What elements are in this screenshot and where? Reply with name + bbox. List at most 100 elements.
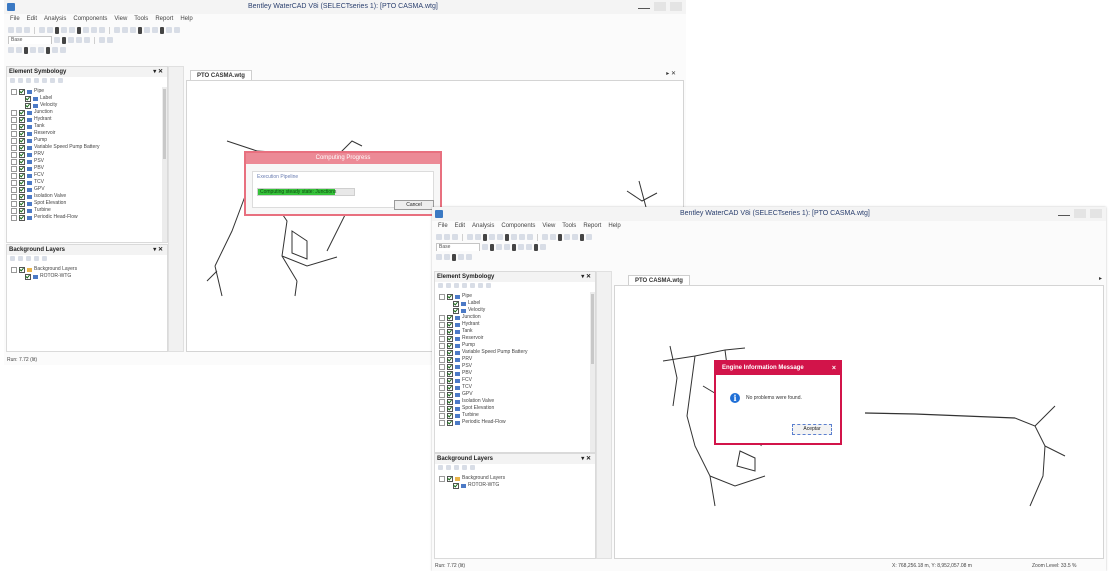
delete-icon[interactable] bbox=[18, 256, 23, 261]
expand-icon[interactable] bbox=[439, 412, 445, 419]
alternatives-icon[interactable] bbox=[436, 254, 442, 260]
junction-tool-icon[interactable] bbox=[91, 27, 97, 33]
expand-icon[interactable] bbox=[11, 151, 17, 158]
checkbox[interactable] bbox=[453, 307, 459, 314]
expand-icon[interactable] bbox=[439, 384, 445, 391]
minimize-button[interactable] bbox=[638, 2, 650, 9]
expand-icon[interactable] bbox=[439, 405, 445, 412]
new-icon[interactable] bbox=[8, 27, 14, 33]
tree-item[interactable]: Isolation Valve bbox=[439, 398, 591, 405]
delete-icon[interactable] bbox=[446, 465, 451, 470]
find-icon[interactable] bbox=[69, 27, 75, 33]
tree-item[interactable]: Background Layers bbox=[439, 475, 591, 482]
tree-item[interactable]: GPV bbox=[11, 186, 163, 193]
menu-analysis[interactable]: Analysis bbox=[472, 221, 494, 231]
find-icon[interactable] bbox=[497, 234, 503, 240]
checkbox[interactable] bbox=[447, 391, 453, 398]
checkbox[interactable] bbox=[19, 137, 25, 144]
checkbox[interactable] bbox=[447, 412, 453, 419]
checkbox[interactable] bbox=[19, 151, 25, 158]
contour-icon[interactable] bbox=[526, 244, 532, 250]
restore-button[interactable] bbox=[654, 2, 666, 11]
checkbox[interactable] bbox=[19, 172, 25, 179]
checkbox[interactable] bbox=[447, 419, 453, 426]
expand-icon[interactable] bbox=[11, 165, 17, 172]
move-up-icon[interactable] bbox=[34, 256, 39, 261]
tree-item[interactable]: Pipe bbox=[439, 293, 591, 300]
add-icon[interactable] bbox=[438, 465, 443, 470]
move-down-icon[interactable] bbox=[478, 283, 483, 288]
move-up-icon[interactable] bbox=[470, 283, 475, 288]
redo-icon[interactable] bbox=[475, 234, 481, 240]
expand-icon[interactable] bbox=[439, 321, 445, 328]
edit-icon[interactable] bbox=[454, 283, 459, 288]
checkbox[interactable] bbox=[447, 293, 453, 300]
report-icon[interactable] bbox=[586, 234, 592, 240]
minimize-button[interactable] bbox=[1058, 209, 1070, 216]
report-icon[interactable] bbox=[166, 27, 172, 33]
edit-icon[interactable] bbox=[454, 465, 459, 470]
controls-icon[interactable] bbox=[52, 47, 58, 53]
edit-icon[interactable] bbox=[26, 256, 31, 261]
menu-tools[interactable]: Tools bbox=[562, 221, 576, 231]
zoom-out-icon[interactable] bbox=[122, 27, 128, 33]
checkbox[interactable] bbox=[19, 109, 25, 116]
panel-pin-close-icon[interactable]: ▾ ✕ bbox=[153, 245, 163, 255]
expand-icon[interactable] bbox=[439, 342, 445, 349]
tree-item[interactable]: Periodic Head-Flow bbox=[439, 419, 591, 426]
refresh-icon[interactable] bbox=[58, 78, 63, 83]
expand-icon[interactable] bbox=[11, 214, 17, 221]
refresh-icon[interactable] bbox=[486, 283, 491, 288]
tank-tool-icon[interactable] bbox=[99, 27, 105, 33]
tree-item[interactable]: PSV bbox=[11, 158, 163, 165]
checkbox[interactable] bbox=[19, 200, 25, 207]
expand-icon[interactable] bbox=[11, 266, 17, 273]
tree-item[interactable]: ROTOR-WTG bbox=[11, 273, 163, 280]
edit-icon[interactable] bbox=[26, 78, 31, 83]
compute-icon[interactable] bbox=[564, 234, 570, 240]
energy-icon[interactable] bbox=[60, 47, 66, 53]
tree-item[interactable]: GPV bbox=[439, 391, 591, 398]
rename-icon[interactable] bbox=[462, 283, 467, 288]
checkbox[interactable] bbox=[25, 95, 31, 102]
checkbox[interactable] bbox=[447, 405, 453, 412]
compute-icon[interactable] bbox=[144, 27, 150, 33]
move-up-icon[interactable] bbox=[42, 78, 47, 83]
tree-item[interactable]: ROTOR-WTG bbox=[439, 482, 591, 489]
expand-icon[interactable] bbox=[11, 200, 17, 207]
checkbox[interactable] bbox=[447, 335, 453, 342]
calc-options-icon[interactable] bbox=[444, 254, 450, 260]
label-icon[interactable] bbox=[84, 37, 90, 43]
panel-pin-close-icon[interactable]: ▾ ✕ bbox=[581, 272, 591, 282]
grip-icon[interactable] bbox=[558, 233, 562, 241]
move-down-icon[interactable] bbox=[42, 256, 47, 261]
close-icon[interactable]: × bbox=[832, 362, 836, 375]
expand-icon[interactable] bbox=[11, 137, 17, 144]
tree-item[interactable]: PBV bbox=[11, 165, 163, 172]
expand-icon[interactable] bbox=[11, 88, 17, 95]
menu-file[interactable]: File bbox=[438, 221, 448, 231]
open-icon[interactable] bbox=[444, 234, 450, 240]
add-icon[interactable] bbox=[10, 78, 15, 83]
tree-item[interactable]: Label bbox=[439, 300, 591, 307]
expand-icon[interactable] bbox=[439, 363, 445, 370]
controls-icon[interactable] bbox=[466, 254, 472, 260]
profile-icon[interactable] bbox=[99, 37, 105, 43]
checkbox[interactable] bbox=[19, 144, 25, 151]
grip-icon[interactable] bbox=[490, 243, 494, 251]
expand-icon[interactable] bbox=[439, 391, 445, 398]
scenario-icon[interactable] bbox=[54, 37, 60, 43]
expand-icon[interactable] bbox=[439, 293, 445, 300]
vertical-scrollbar[interactable] bbox=[162, 87, 167, 242]
tree-item[interactable]: Reservoir bbox=[439, 335, 591, 342]
layout-icon[interactable] bbox=[76, 37, 82, 43]
checkbox[interactable] bbox=[453, 300, 459, 307]
expand-icon[interactable] bbox=[11, 207, 17, 214]
checkbox[interactable] bbox=[19, 214, 25, 221]
validate-icon[interactable] bbox=[572, 234, 578, 240]
vertical-scrollbar[interactable] bbox=[590, 292, 595, 452]
checkbox[interactable] bbox=[447, 342, 453, 349]
tree-item[interactable]: Variable Speed Pump Battery bbox=[439, 349, 591, 356]
checkbox[interactable] bbox=[19, 179, 25, 186]
checkbox[interactable] bbox=[19, 158, 25, 165]
